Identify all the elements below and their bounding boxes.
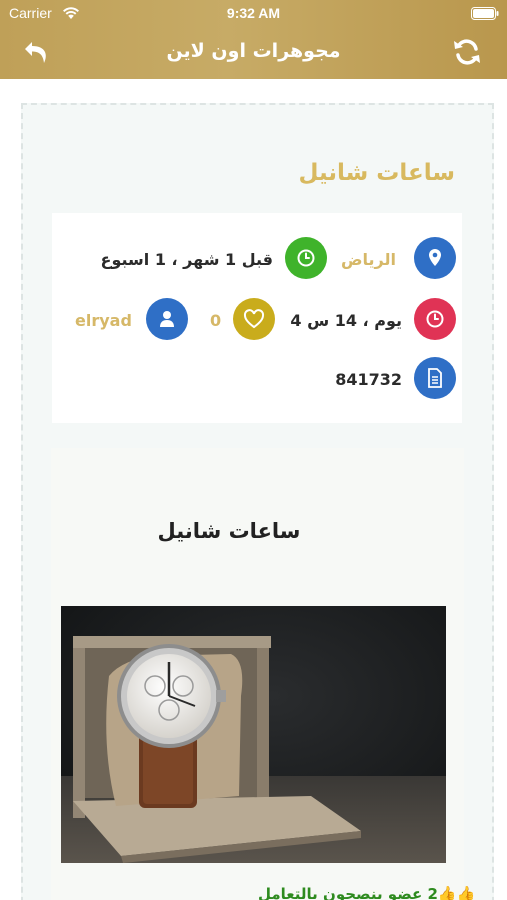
navigation-header: Carrier 9:32 AM مجوهرات اون لاين [0, 0, 507, 79]
ad-number-text: 841732 [335, 370, 402, 389]
status-bar: Carrier 9:32 AM [0, 0, 507, 28]
product-title: ساعات شانيل [157, 519, 301, 543]
remaining-time-text: 4 يوم ، 14 س [290, 311, 402, 330]
thumbs-up-icon: 👍👍 [437, 885, 476, 900]
location-text: الرياض [341, 250, 396, 269]
endorsement-text: 👍👍2 عضو ينصحون بالتعامل [258, 885, 475, 900]
ad-title: ساعات شانيل [298, 160, 455, 186]
location-icon [414, 237, 456, 279]
page-title: مجوهرات اون لاين [166, 40, 341, 62]
refresh-icon[interactable] [451, 36, 483, 68]
battery-icon [471, 7, 499, 20]
document-icon [414, 357, 456, 399]
username-link[interactable]: elryad [75, 311, 132, 330]
heart-icon[interactable] [233, 298, 275, 340]
clock-icon [285, 237, 327, 279]
clock: 9:32 AM [226, 5, 281, 21]
likes-count: 0 [210, 311, 222, 330]
timer-icon [414, 298, 456, 340]
user-icon[interactable] [146, 298, 188, 340]
product-photo[interactable] [61, 606, 446, 863]
posted-time-text: قبل 1 شهر ، 1 اسبوع [100, 250, 273, 269]
